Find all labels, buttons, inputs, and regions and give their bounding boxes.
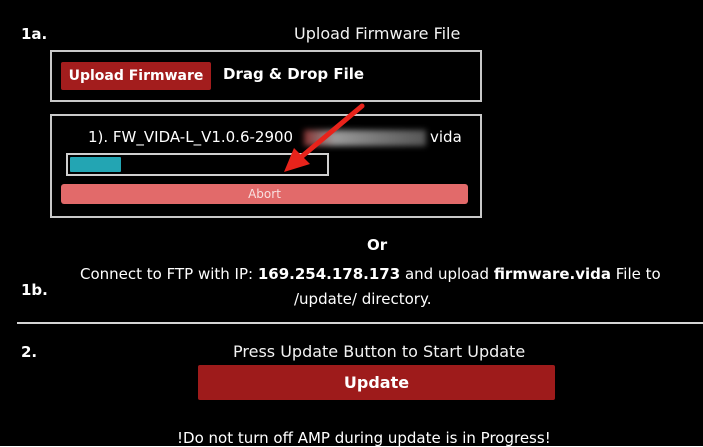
update-section-title: Press Update Button to Start Update xyxy=(233,342,526,361)
update-warning-text: !Do not turn off AMP during update is in… xyxy=(177,429,551,447)
drag-drop-label: Drag & Drop File xyxy=(223,65,365,83)
firmware-update-panel: 1a. Upload Firmware File Upload Firmware… xyxy=(0,0,703,447)
update-button[interactable]: Update xyxy=(198,365,555,400)
file-name-prefix: 1). FW_VIDA-L_V1.0.6-2900 xyxy=(88,128,294,146)
ftp-instruction-line-1: Connect to FTP with IP: 169.254.178.173 … xyxy=(80,265,661,283)
firmware-filename: firmware.vida xyxy=(493,265,611,283)
abort-button[interactable]: Abort xyxy=(61,184,468,204)
ftp-text-post: File to xyxy=(611,265,661,283)
upload-progress-fill xyxy=(70,157,121,172)
upload-section-title: Upload Firmware File xyxy=(294,24,461,43)
step-2-label: 2. xyxy=(21,343,38,361)
upload-firmware-button[interactable]: Upload Firmware xyxy=(61,62,211,90)
step-1a-label: 1a. xyxy=(21,25,48,43)
section-divider xyxy=(17,322,703,324)
or-separator: Or xyxy=(367,236,388,254)
ftp-text-mid: and upload xyxy=(400,265,494,283)
step-1b-label: 1b. xyxy=(21,281,48,299)
ftp-text-pre: Connect to FTP with IP: xyxy=(80,265,258,283)
ftp-instruction-line-2: /update/ directory. xyxy=(294,290,432,308)
file-name-suffix: vida xyxy=(430,128,462,146)
ftp-ip-address: 169.254.178.173 xyxy=(257,265,401,283)
red-arrow-icon xyxy=(284,103,365,172)
